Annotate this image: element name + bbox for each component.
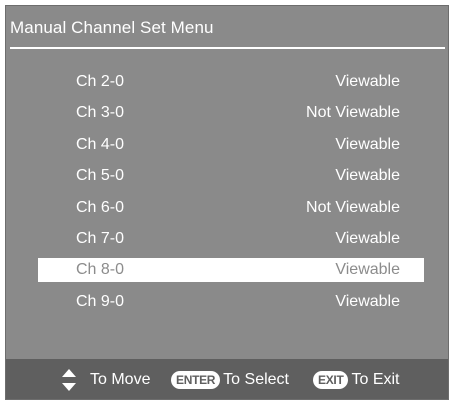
select-hint: ENTER To Select: [171, 370, 289, 390]
select-label: To Select: [223, 371, 289, 388]
channel-number: Ch 8-0: [76, 261, 125, 278]
channel-row-2[interactable]: Ch 2-0 Viewable: [38, 70, 424, 94]
title-divider: [10, 47, 445, 49]
channel-status: Viewable: [335, 230, 400, 247]
channel-number: Ch 3-0: [76, 104, 125, 121]
channel-status: Viewable: [335, 73, 400, 90]
navigation-help-bar: To Move ENTER To Select EXIT To Exit: [6, 359, 448, 399]
channel-row-6[interactable]: Ch 6-0 Not Viewable: [38, 196, 424, 220]
exit-label: To Exit: [351, 371, 400, 388]
channel-row-7[interactable]: Ch 7-0 Viewable: [38, 227, 424, 251]
exit-key-badge: EXIT: [313, 371, 349, 389]
channel-row-8-selected[interactable]: Ch 8-0 Viewable: [38, 258, 424, 282]
channel-number: Ch 9-0: [76, 293, 125, 310]
channel-row-5[interactable]: Ch 5-0 Viewable: [38, 164, 424, 188]
up-down-arrows-icon: [62, 369, 76, 391]
enter-key-badge: ENTER: [171, 371, 221, 389]
channel-status: Viewable: [335, 136, 400, 153]
channel-row-3[interactable]: Ch 3-0 Not Viewable: [38, 101, 424, 125]
channel-row-9[interactable]: Ch 9-0 Viewable: [38, 290, 424, 314]
menu-screen: Manual Channel Set Menu Ch 2-0 Viewable …: [5, 5, 449, 400]
channel-number: Ch 2-0: [76, 73, 125, 90]
channel-number: Ch 4-0: [76, 136, 125, 153]
channel-number: Ch 6-0: [76, 199, 125, 216]
channel-status: Not Viewable: [306, 104, 400, 121]
channel-status: Viewable: [335, 261, 400, 278]
menu-title: Manual Channel Set Menu: [10, 18, 214, 37]
channel-row-4[interactable]: Ch 4-0 Viewable: [38, 133, 424, 157]
channel-status: Viewable: [335, 293, 400, 310]
channel-status: Not Viewable: [306, 199, 400, 216]
exit-hint: EXIT To Exit: [313, 370, 400, 390]
move-label: To Move: [90, 371, 151, 388]
channel-number: Ch 5-0: [76, 167, 125, 184]
channel-number: Ch 7-0: [76, 230, 125, 247]
channel-status: Viewable: [335, 167, 400, 184]
move-hint: To Move: [62, 369, 151, 391]
